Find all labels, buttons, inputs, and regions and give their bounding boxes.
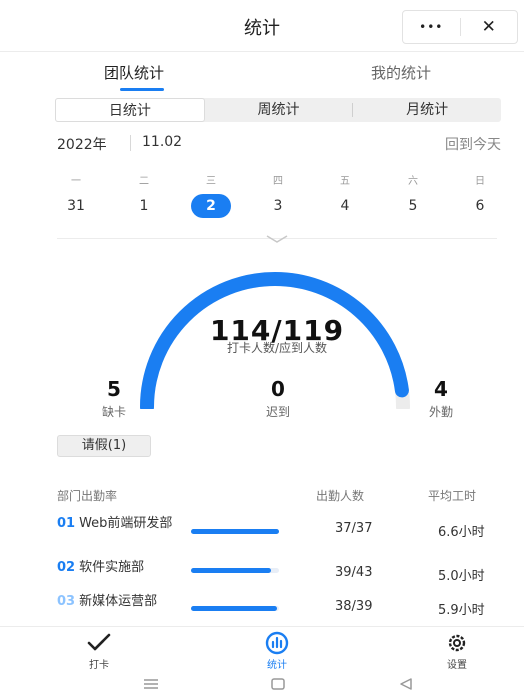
dept-name-cell: 01 Web前端研发部: [57, 516, 191, 531]
chart-icon: [265, 631, 289, 655]
week-day[interactable]: 日 6: [460, 172, 500, 218]
nav-label: 设置: [447, 660, 467, 671]
tab-my-stats[interactable]: 我的统计: [371, 62, 431, 83]
weekday-label: 三: [206, 176, 216, 187]
leave-button[interactable]: 请假(1): [57, 435, 151, 457]
nav-item-checkin[interactable]: 打卡: [69, 631, 129, 671]
week-day-selected[interactable]: 三 2: [191, 172, 231, 218]
nav-label: 统计: [267, 660, 287, 671]
checkmark-icon: [87, 633, 111, 651]
week-strip: 一 31 二 1 三 2 四 3 五 4 六 5 日 6: [45, 172, 509, 222]
date-divider: [130, 135, 131, 151]
week-day[interactable]: 五 4: [325, 172, 365, 218]
day-number: 31: [67, 198, 85, 214]
col-header-avg-hours: 平均工时: [428, 489, 477, 503]
table-row[interactable]: 03 新媒体运营部 38/39 5.9小时: [45, 594, 509, 624]
stat-label: 缺卡: [101, 405, 126, 419]
rate-bar-track: [191, 606, 279, 611]
gauge-caption: 打卡人数/应到人数: [226, 341, 328, 355]
dept-index: 01: [57, 516, 76, 531]
close-button[interactable]: ✕: [461, 11, 518, 43]
rate-bar-fill: [191, 606, 277, 611]
week-day[interactable]: 四 3: [258, 172, 298, 218]
week-day[interactable]: 一 31: [56, 172, 96, 218]
col-header-dept-rate: 部门出勤率: [57, 489, 118, 503]
weekday-label: 五: [340, 176, 350, 187]
weekday-label: 日: [475, 176, 485, 187]
date-row: 2022年 11.02 回到今天: [57, 134, 501, 154]
segment-weekly[interactable]: 周统计: [205, 98, 353, 122]
attendance-count: 38/39: [335, 599, 373, 614]
stat-missing-card[interactable]: 5 缺卡: [74, 377, 154, 420]
rate-bar-track: [191, 568, 279, 573]
dept-name: 新媒体运营部: [79, 594, 158, 609]
stat-late[interactable]: 0 迟到: [238, 377, 318, 420]
day-number: 6: [475, 198, 485, 214]
day-number: 3: [273, 198, 283, 214]
back-icon[interactable]: [398, 677, 414, 691]
stat-label: 外勤: [428, 405, 453, 419]
dept-index: 02: [57, 560, 76, 575]
team-stats-panel: 日统计 周统计 月统计 2022年 11.02 回到今天 一 31 二 1 三 …: [45, 92, 509, 626]
exception-stats: 5 缺卡 0 迟到 4 外勤: [45, 377, 509, 423]
tab-team-stats[interactable]: 团队统计: [104, 62, 164, 83]
day-number: 1: [139, 198, 149, 214]
dept-table-header: 部门出勤率 出勤人数 平均工时: [45, 487, 509, 505]
month-day-label[interactable]: 11.02: [142, 134, 182, 150]
nav-item-settings[interactable]: 设置: [427, 631, 487, 671]
close-icon: ✕: [481, 17, 496, 37]
table-row[interactable]: 02 软件实施部 39/43 5.0小时: [45, 560, 509, 590]
more-button[interactable]: •••: [403, 11, 460, 43]
stat-label: 迟到: [265, 405, 290, 419]
chevron-down-icon[interactable]: [265, 234, 289, 244]
attendance-count: 39/43: [335, 565, 373, 580]
table-row[interactable]: 01 Web前端研发部 37/37 6.6小时: [45, 516, 509, 546]
col-header-attendance: 出勤人数: [316, 489, 365, 503]
nav-label: 打卡: [89, 660, 109, 671]
week-day[interactable]: 六 5: [393, 172, 433, 218]
bottom-nav: 打卡 统计 设置: [0, 626, 524, 672]
stats-tabs: 团队统计 我的统计: [0, 52, 524, 92]
day-number: 5: [408, 198, 418, 214]
mini-program-capsule: ••• ✕: [402, 10, 518, 44]
stat-number: 0: [271, 377, 285, 401]
back-to-today-link[interactable]: 回到今天: [445, 134, 501, 154]
weekday-label: 二: [139, 176, 149, 187]
system-nav-bar: [0, 672, 524, 698]
gear-icon: [448, 634, 466, 652]
avg-hours: 5.9小时: [438, 603, 485, 618]
stat-number: 4: [434, 377, 448, 401]
weekday-label: 四: [273, 176, 283, 187]
period-segmented-control: 日统计 周统计 月统计: [55, 98, 501, 122]
top-bar: 统计 ••• ✕: [0, 0, 524, 52]
avg-hours: 6.6小时: [438, 525, 485, 540]
more-icon: •••: [419, 20, 444, 34]
week-day[interactable]: 二 1: [124, 172, 164, 218]
rate-bar-track: [191, 529, 279, 534]
segment-monthly[interactable]: 月统计: [353, 98, 501, 122]
attendance-count: 37/37: [335, 521, 373, 536]
rate-bar-fill: [191, 568, 271, 573]
weekday-label: 六: [408, 176, 418, 187]
dept-name-cell: 02 软件实施部: [57, 560, 191, 575]
rate-bar-fill: [191, 529, 279, 534]
day-number-selected: 2: [191, 194, 231, 218]
segment-daily[interactable]: 日统计: [55, 98, 205, 122]
home-icon[interactable]: [270, 677, 286, 691]
tab-active-indicator: [120, 88, 164, 91]
dept-index: 03: [57, 594, 76, 609]
nav-item-stats[interactable]: 统计: [247, 631, 307, 671]
dept-name: 软件实施部: [79, 560, 145, 575]
year-label[interactable]: 2022年: [57, 134, 107, 154]
stat-number: 5: [107, 377, 121, 401]
avg-hours: 5.0小时: [438, 569, 485, 584]
dept-name-cell: 03 新媒体运营部: [57, 594, 191, 609]
dept-name: Web前端研发部: [79, 516, 173, 531]
stat-field-work[interactable]: 4 外勤: [401, 377, 481, 420]
menu-icon[interactable]: [142, 677, 160, 691]
weekday-label: 一: [71, 176, 81, 187]
day-number: 4: [340, 198, 350, 214]
